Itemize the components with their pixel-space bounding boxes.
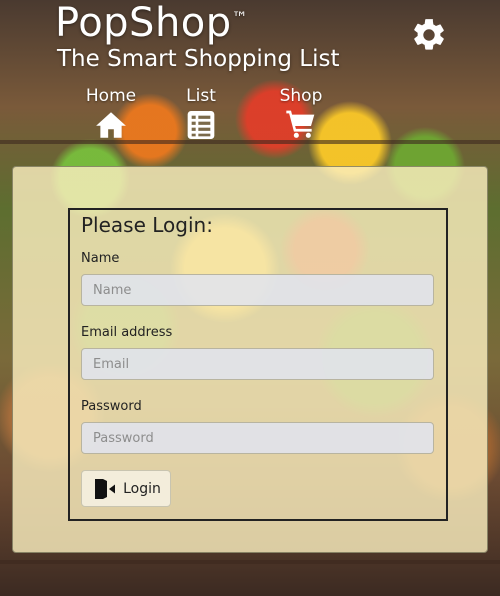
name-input[interactable] [81,274,434,306]
login-button-label: Login [123,480,161,497]
nav-home-label: Home [85,86,137,106]
header: PopShop™ The Smart Shopping List Home Li… [0,0,500,160]
email-label: Email address [81,325,173,340]
shelf-line [0,560,500,564]
trademark-symbol: ™ [231,8,249,27]
login-form: Please Login: Name Email address Passwor… [68,208,448,521]
app-tagline: The Smart Shopping List [57,46,340,72]
nav-shop[interactable]: Shop [274,86,328,140]
gear-icon[interactable] [410,16,448,54]
login-button[interactable]: Login [81,470,171,507]
name-label: Name [81,251,120,266]
nav-list-label: List [186,86,216,106]
nav-shop-label: Shop [279,86,323,106]
email-input[interactable] [81,348,434,380]
list-icon [187,111,215,139]
password-label: Password [81,399,142,414]
app-logo[interactable]: PopShop™ [55,0,248,46]
login-door-icon [95,478,116,499]
home-icon [96,112,126,138]
nav-home[interactable]: Home [82,86,140,142]
cart-icon [286,110,315,138]
password-input[interactable] [81,422,434,454]
login-title: Please Login: [81,213,213,237]
login-panel: Please Login: Name Email address Passwor… [12,166,488,553]
nav-list[interactable]: List [176,86,226,142]
app-name: PopShop [55,0,232,46]
